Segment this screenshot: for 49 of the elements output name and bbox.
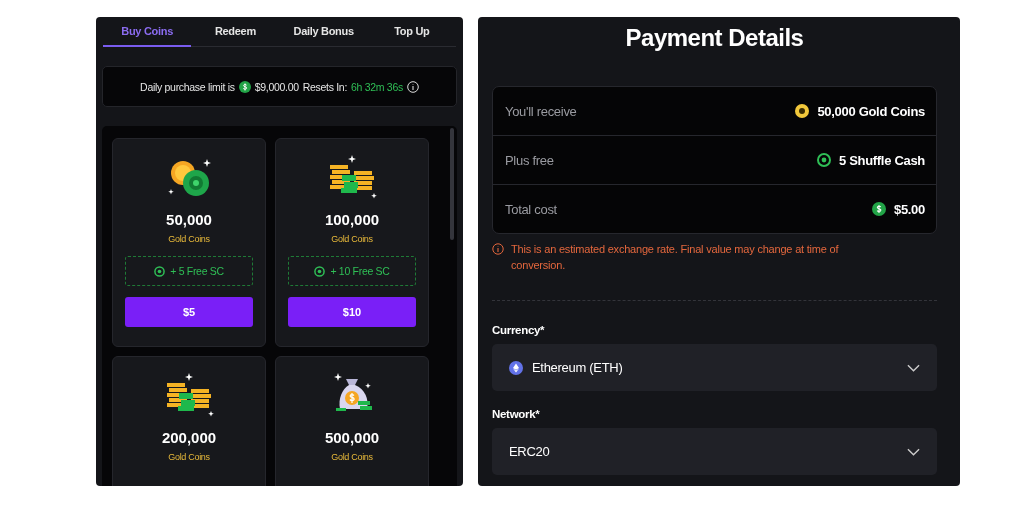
summary-value: 50,000 Gold Coins (817, 103, 925, 119)
dropdown[interactable]: ERC20 (492, 428, 937, 475)
bonus-text: + 10 Free SC (330, 265, 390, 277)
coin-unit: Gold Coins (331, 234, 373, 244)
limit-text: Daily purchase limit is (140, 80, 235, 93)
coin-unit: Gold Coins (168, 452, 210, 462)
tab[interactable]: Daily Bonus (279, 17, 368, 47)
coin-unit: Gold Coins (331, 452, 373, 462)
tab[interactable]: Redeem (191, 17, 280, 47)
warning-text: This is an estimated exchange rate. Final value may change at time of conversion. (511, 242, 840, 273)
dropdown-value: ERC20 (509, 444, 551, 459)
tab[interactable]: Buy Coins (103, 17, 192, 47)
dollar-icon (871, 202, 886, 216)
cash-icon (314, 265, 326, 277)
scrollbar-thumb[interactable] (450, 128, 454, 240)
package-card[interactable]: 500,000 Gold Coins (275, 356, 429, 486)
reset-timer: 6h 32m 36s (351, 80, 403, 93)
dropdown-value: Ethereum (ETH) (532, 360, 624, 375)
summary-label: Plus free (505, 152, 554, 168)
coin-amount: 200,000 (161, 429, 217, 446)
coin-amount: 100,000 (324, 211, 380, 228)
price-button[interactable]: $5 (125, 297, 253, 327)
coin-icon (795, 104, 810, 118)
chevron-down-icon (907, 363, 920, 372)
package-card[interactable]: 100,000 Gold Coins + 10 Free SC $10 (275, 138, 429, 347)
dollar-icon (238, 80, 251, 93)
dropdown[interactable]: Ethereum (ETH) (492, 344, 937, 391)
limit-amount: $9,000.00 (254, 80, 299, 93)
price-button[interactable]: $10 (288, 297, 416, 327)
chevron-down-icon (907, 447, 920, 456)
cash-icon (154, 265, 166, 277)
package-card[interactable]: 200,000 Gold Coins (112, 356, 266, 486)
info-icon[interactable] (406, 80, 419, 93)
tab[interactable]: Top Up (367, 17, 456, 47)
panel-title: Payment Details (624, 24, 805, 53)
bonus-text: + 5 Free SC (170, 265, 224, 277)
package-card[interactable]: 50,000 Gold Coins + 5 Free SC $5 (112, 138, 266, 347)
cash-icon (816, 153, 831, 167)
summary-value: $5.00 (893, 201, 925, 217)
summary-label: You'll receive (505, 103, 577, 119)
summary-value: 5 Shuffle Cash (838, 152, 925, 168)
coin-amount: 50,000 (166, 211, 212, 228)
summary-label: Total cost (505, 201, 557, 217)
resets-label: Resets In: (302, 80, 348, 93)
coin-unit: Gold Coins (168, 234, 210, 244)
info-icon (492, 243, 504, 255)
field-label: Currency* (492, 324, 546, 336)
coin-amount: 500,000 (324, 429, 380, 446)
field-label: Network* (492, 408, 541, 420)
